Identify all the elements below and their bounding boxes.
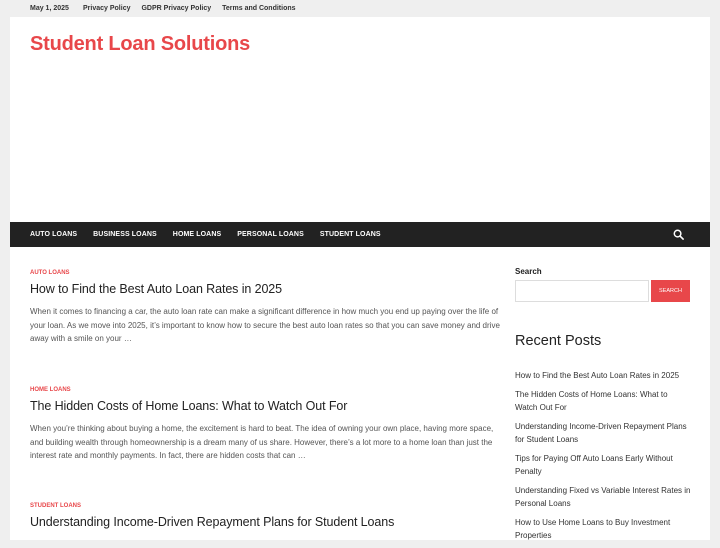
post-title[interactable]: The Hidden Costs of Home Loans: What to … [30,399,500,413]
recent-post-link[interactable]: Understanding Fixed vs Variable Interest… [515,486,691,508]
recent-post-link[interactable]: Understanding Income-Driven Repayment Pl… [515,422,687,444]
post-excerpt: When you’re thinking about buying a home… [30,424,494,460]
recent-post-link[interactable]: The Hidden Costs of Home Loans: What to … [515,390,668,412]
top-links: Privacy Policy GDPR Privacy Policy Terms… [83,5,296,12]
search-icon[interactable] [673,229,684,240]
recent-post-link[interactable]: Tips for Paying Off Auto Loans Early Wit… [515,454,673,476]
search-button[interactable]: SEARCH [651,280,690,302]
post-category[interactable]: HOME LOANS [30,387,500,393]
post-excerpt: When it comes to financing a car, the au… [30,307,500,343]
post-category[interactable]: STUDENT LOANS [30,503,500,509]
nav-item-home-loans[interactable]: HOME LOANS [173,231,221,238]
main-navigation: AUTO LOANS BUSINESS LOANS HOME LOANS PER… [10,222,710,247]
search-label: Search [515,267,542,276]
recent-posts-list: How to Find the Best Auto Loan Rates in … [515,369,691,548]
list-item: Tips for Paying Off Auto Loans Early Wit… [515,452,691,478]
post-title[interactable]: How to Find the Best Auto Loan Rates in … [30,282,500,296]
nav-item-student-loans[interactable]: STUDENT LOANS [320,231,381,238]
list-item: The Hidden Costs of Home Loans: What to … [515,388,691,414]
list-item: Understanding Fixed vs Variable Interest… [515,484,691,510]
search-form: SEARCH [515,280,691,302]
list-item: How to Find the Best Auto Loan Rates in … [515,369,691,382]
site-title: Student Loan Solutions [30,33,251,55]
nav-menu: AUTO LOANS BUSINESS LOANS HOME LOANS PER… [30,222,397,247]
post-category[interactable]: AUTO LOANS [30,270,500,276]
post-item: HOME LOANS The Hidden Costs of Home Loan… [30,387,500,463]
nav-item-auto-loans[interactable]: AUTO LOANS [30,231,77,238]
terms-link[interactable]: Terms and Conditions [222,5,295,12]
search-input[interactable] [515,280,649,302]
current-date: May 1, 2025 [30,5,69,12]
recent-post-link[interactable]: How to Use Home Loans to Buy Investment … [515,518,670,540]
sidebar: Search SEARCH Recent Posts How to Find t… [515,267,691,540]
page-container: Student Loan Solutions AUTO LOANS BUSINE… [10,17,710,540]
recent-posts-title: Recent Posts [515,333,602,349]
nav-item-business-loans[interactable]: BUSINESS LOANS [93,231,157,238]
recent-post-link[interactable]: How to Find the Best Auto Loan Rates in … [515,371,679,380]
list-item: Understanding Income-Driven Repayment Pl… [515,420,691,446]
nav-item-personal-loans[interactable]: PERSONAL LOANS [237,231,304,238]
top-bar: May 1, 2025 Privacy Policy GDPR Privacy … [0,0,720,17]
post-title[interactable]: Understanding Income-Driven Repayment Pl… [30,515,500,529]
list-item: How to Use Home Loans to Buy Investment … [515,516,691,542]
post-item: STUDENT LOANS Understanding Income-Drive… [30,503,500,529]
gdpr-privacy-policy-link[interactable]: GDPR Privacy Policy [141,5,211,12]
post-item: AUTO LOANS How to Find the Best Auto Loa… [30,270,500,346]
privacy-policy-link[interactable]: Privacy Policy [83,5,130,12]
